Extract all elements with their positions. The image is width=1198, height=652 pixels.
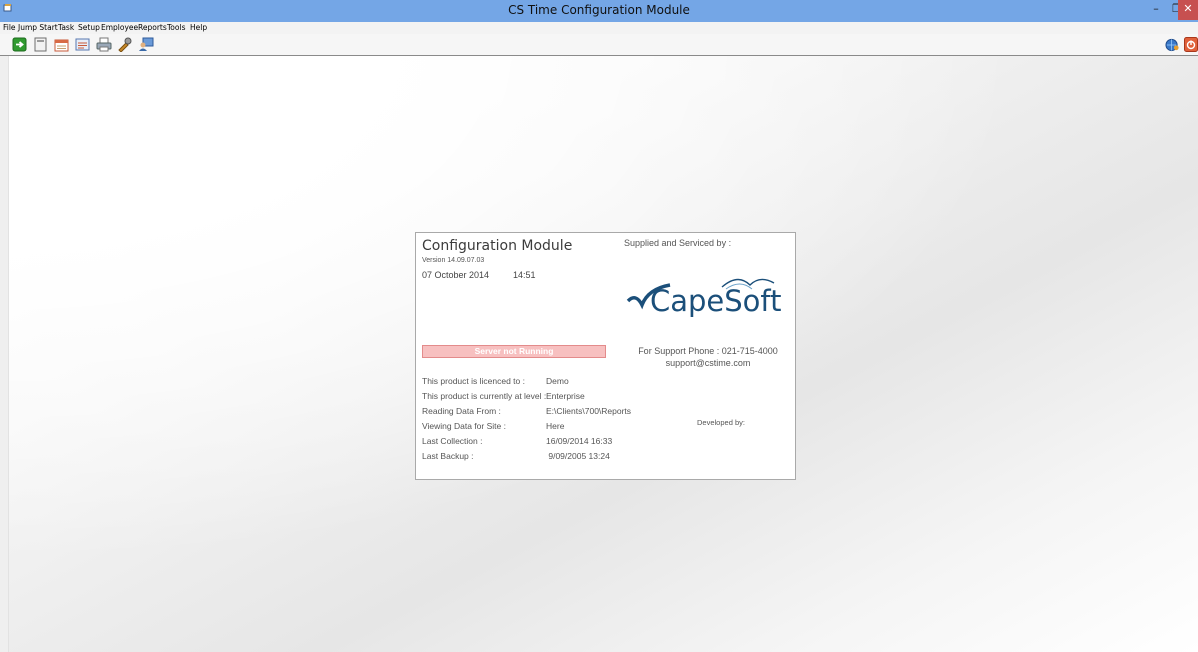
configuration-info-panel: Configuration Module Version 14.09.07.03… — [415, 232, 796, 480]
capesoft-logo: CapeSoft — [626, 278, 782, 318]
support-phone: For Support Phone : 021-715-4000 — [638, 346, 778, 356]
viewing-site-value: Here — [546, 421, 565, 431]
document-icon[interactable] — [33, 37, 49, 52]
globe-user-icon[interactable] — [1165, 37, 1180, 52]
reading-data-value: E:\Clients\700\Reports — [546, 406, 632, 416]
support-email: support@cstime.com — [665, 358, 751, 368]
printer-icon[interactable] — [96, 37, 112, 52]
report-icon[interactable] — [75, 37, 91, 52]
menu-reports[interactable]: Reports — [138, 23, 167, 32]
current-time: 14:51 — [513, 270, 536, 280]
viewing-site-label: Viewing Data for Site : — [422, 421, 506, 431]
support-info: For Support Phone : 021-715-4000 support… — [628, 345, 788, 369]
last-collection-label: Last Collection : — [422, 436, 483, 446]
power-off-icon[interactable] — [1184, 37, 1198, 52]
last-backup-label: Last Backup : — [422, 451, 474, 461]
menu-file[interactable]: File — [3, 23, 16, 32]
licence-label: This product is licenced to : — [422, 376, 525, 386]
tools-icon[interactable] — [117, 37, 133, 52]
user-computer-icon[interactable] — [138, 37, 154, 52]
reading-data-label: Reading Data From : — [422, 406, 501, 416]
level-label: This product is currently at level : — [422, 391, 547, 401]
panel-title: Configuration Module — [422, 238, 573, 254]
current-date: 07 October 2014 — [422, 270, 490, 280]
menu-jump-start[interactable]: Jump Start — [18, 23, 58, 32]
menu-employee[interactable]: Employee — [101, 23, 138, 32]
calendar-icon[interactable] — [54, 37, 70, 52]
menu-tools[interactable]: Tools — [167, 23, 185, 32]
exit-icon[interactable] — [12, 37, 28, 52]
level-value: Enterprise — [546, 391, 585, 401]
menu-task[interactable]: Task — [58, 23, 74, 32]
developed-by-label: Developed by: — [697, 418, 745, 427]
left-edge — [0, 56, 9, 652]
toolbar — [0, 34, 1198, 56]
menu-help[interactable]: Help — [190, 23, 207, 32]
supplied-by-label: Supplied and Serviced by : — [624, 238, 732, 248]
menu-bar: File Jump Start Task Setup Employee Repo… — [0, 22, 1198, 34]
version-text: Version 14.09.07.03 — [422, 257, 485, 264]
svg-text:CapeSoft: CapeSoft — [650, 284, 782, 318]
close-button[interactable]: ✕ — [1178, 0, 1198, 20]
menu-setup[interactable]: Setup — [78, 23, 100, 32]
window-title: CS Time Configuration Module — [508, 3, 690, 17]
minimize-button[interactable]: – — [1145, 0, 1167, 20]
last-backup-value: 9/09/2005 13:24 — [546, 451, 610, 461]
title-bar: CS Time Configuration Module – ❐ ✕ — [0, 0, 1198, 22]
licence-value: Demo — [546, 376, 569, 386]
last-collection-value: 16/09/2014 16:33 — [546, 436, 613, 446]
server-status-bar: Server not Running — [422, 345, 606, 358]
